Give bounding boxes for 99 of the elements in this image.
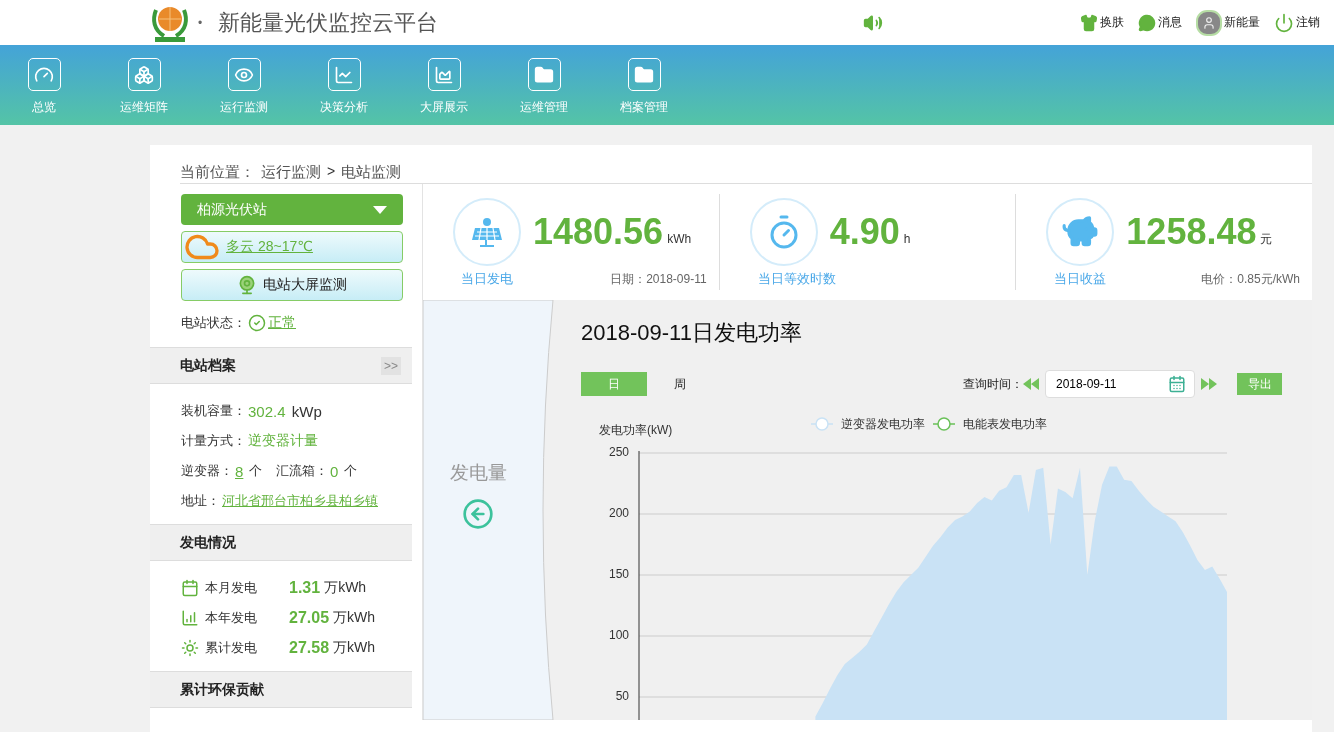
nav-item[interactable]: 运行监测 (206, 45, 282, 125)
section-title: 电站档案 (180, 356, 236, 375)
field-value: 逆变器计量 (248, 432, 318, 450)
stat-label: 当日发电 (461, 270, 513, 288)
caret-icon (373, 205, 387, 214)
solar-panel-icon (469, 215, 505, 249)
app-title: 新能量光伏监控云平台 (218, 8, 439, 37)
breadcrumb-item[interactable]: 运行监测 (261, 163, 321, 183)
generation-value: 1.31 (289, 579, 321, 597)
field-label: 逆变器： (181, 462, 233, 480)
chart-icon (327, 58, 361, 91)
y-tick-label: 200 (608, 506, 629, 521)
speaker-icon[interactable] (863, 12, 884, 33)
webcam-icon (237, 275, 257, 295)
area-chart-icon (427, 58, 461, 91)
status-label: 电站状态： (181, 314, 246, 332)
y-tick-label: 100 (608, 628, 629, 643)
breadcrumb-separator: > (327, 163, 336, 181)
station-select[interactable]: 柏源光伏站 (181, 194, 403, 225)
big-screen-button[interactable]: 电站大屏监测 (181, 269, 403, 301)
generation-label: 本年发电 (205, 609, 258, 627)
header-link[interactable]: 新能量 (1196, 9, 1260, 36)
stat-value: 1258.48 (1126, 211, 1257, 253)
inverter-count-link[interactable]: 8 (235, 462, 244, 480)
header-link[interactable]: 消息 (1138, 13, 1182, 32)
weather-link[interactable]: 多云 28~17℃ (226, 238, 313, 256)
gauge-icon (27, 58, 61, 91)
header-link[interactable]: 换肤 (1080, 13, 1124, 32)
stat-unit: 元 (1260, 230, 1273, 248)
nav-item[interactable]: 运维管理 (506, 45, 582, 125)
nav-item[interactable]: 总览 (6, 45, 82, 125)
generation-label: 累计发电 (205, 639, 258, 657)
y-tick-label: 50 (615, 689, 629, 704)
expand-button[interactable]: >> (381, 356, 401, 375)
calendar-icon (181, 579, 199, 597)
power-icon (1274, 12, 1294, 33)
generation-value: 27.58 (289, 639, 330, 657)
boxes-icon (127, 58, 161, 91)
generation-unit: 万kWh (333, 639, 376, 657)
stat-unit: kWh (667, 232, 692, 246)
period-tab[interactable]: 周 (647, 372, 713, 396)
generation-unit: 万kWh (333, 609, 376, 627)
fast-forward-icon[interactable] (1201, 378, 1217, 390)
y-axis-label: 发电功率(kW) (599, 423, 673, 437)
check-icon (248, 314, 266, 332)
stat-value: 1480.56 (533, 211, 664, 253)
address-link[interactable]: 河北省邢台市柏乡县柏乡镇 (222, 492, 378, 510)
field-unit: 个 (247, 462, 262, 480)
export-button[interactable]: 导出 (1237, 373, 1282, 395)
generation-unit: 万kWh (324, 579, 367, 597)
stat-label: 当日收益 (1054, 270, 1107, 288)
y-tick-label: 250 (608, 445, 629, 460)
header-link[interactable]: 注销 (1274, 12, 1320, 33)
eye-icon (227, 58, 261, 91)
field-unit: 个 (342, 462, 357, 480)
avatar-icon (1196, 9, 1222, 36)
legend-item[interactable]: 电能表发电功率 (932, 417, 1047, 431)
breadcrumb-label: 当前位置： (180, 163, 255, 182)
chart-title: 2018-09-11日发电功率 (581, 319, 803, 347)
field-value: 302.4 (248, 402, 286, 420)
legend-label: 电能表发电功率 (963, 417, 1047, 431)
y-tick-label: 150 (608, 567, 629, 582)
side-tab-label[interactable]: 发电量 (449, 460, 507, 486)
field-value: 0 (329, 462, 339, 480)
shirt-icon (1080, 13, 1098, 32)
date-field[interactable]: 2018-09-11 (1045, 370, 1195, 398)
separator-dot: • (198, 15, 203, 30)
generation-value: 27.05 (289, 609, 330, 627)
weather-button[interactable]: 多云 28~17℃ (181, 231, 403, 263)
calendar-icon[interactable] (1168, 375, 1186, 393)
field-label: 地址： (181, 492, 220, 510)
field-unit: kWp (290, 402, 322, 420)
section-title: 累计环保贡献 (180, 680, 264, 699)
rewind-icon[interactable] (1023, 378, 1039, 390)
field-label: 装机容量： (181, 402, 246, 420)
period-tab[interactable]: 日 (581, 372, 647, 396)
field-label: 汇流箱： (275, 462, 328, 480)
field-label: 计量方式： (181, 432, 246, 450)
status-link[interactable]: 正常 (268, 314, 296, 332)
sun-icon (181, 639, 199, 657)
legend-label: 逆变器发电功率 (841, 417, 925, 431)
nav-item[interactable]: 决策分析 (306, 45, 382, 125)
stat-note: 日期：2018-09-11 (610, 270, 707, 288)
rising-bars-icon (181, 609, 199, 627)
legend-item[interactable]: 逆变器发电功率 (810, 417, 925, 431)
stat-unit: h (903, 232, 911, 246)
query-label: 查询时间： (963, 375, 1023, 393)
nav-item[interactable]: 档案管理 (606, 45, 682, 125)
stat-note: 电价：0.85元/kWh (1201, 270, 1300, 288)
nav-item[interactable]: 运维矩阵 (106, 45, 182, 125)
stat-value: 4.90 (829, 211, 900, 253)
folder-icon (627, 58, 661, 91)
folder-icon (527, 58, 561, 91)
generation-label: 本月发电 (205, 579, 258, 597)
nav-item[interactable]: 大屏展示 (406, 45, 482, 125)
breadcrumb-item[interactable]: 电站监测 (341, 163, 402, 183)
stat-label: 当日等效时数 (757, 270, 836, 288)
chat-icon (1138, 13, 1156, 32)
section-title: 发电情况 (180, 533, 236, 552)
